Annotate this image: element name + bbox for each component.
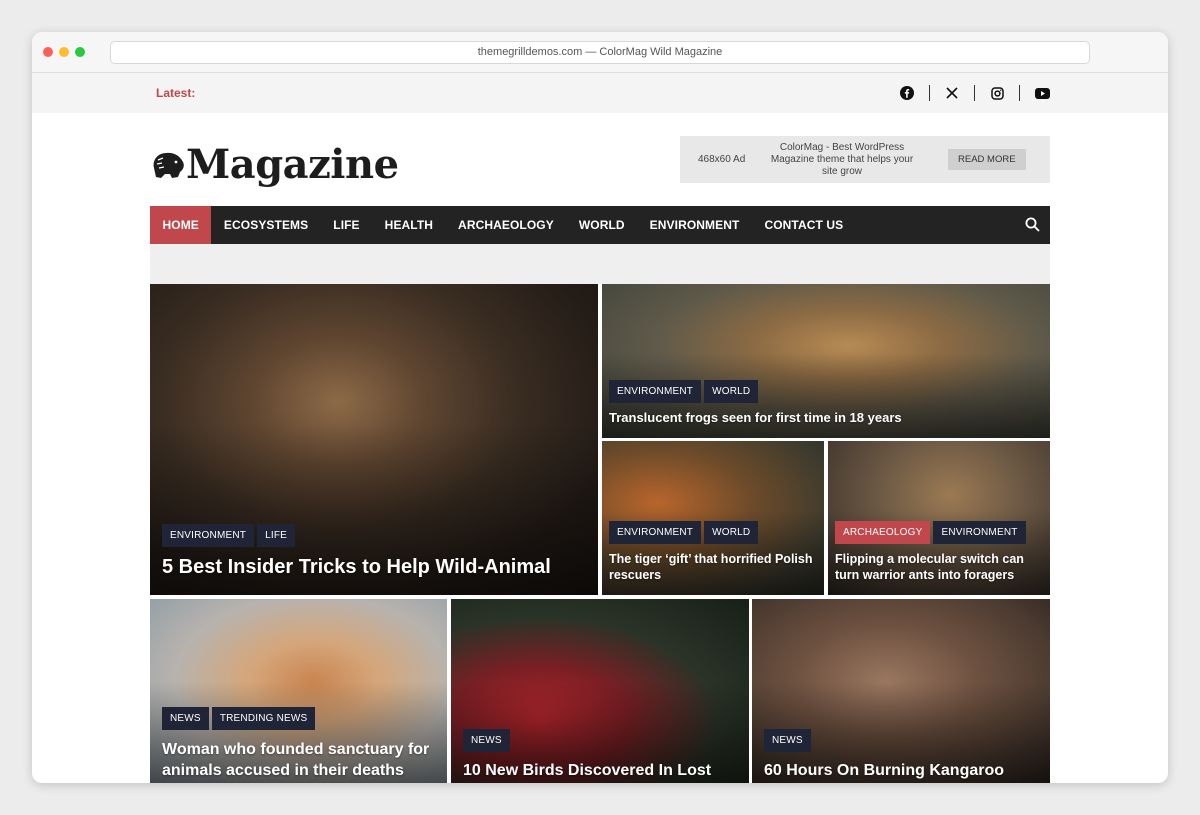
post-title[interactable]: 60 Hours On Burning Kangaroo Island: [764, 760, 1039, 783]
tag-news[interactable]: NEWS: [764, 729, 811, 752]
post-title[interactable]: The tiger ‘gift’ that horrified Polish r…: [609, 551, 819, 583]
social-separator: [974, 85, 975, 101]
image-overlay: [451, 599, 749, 783]
latest-label: Latest:: [156, 86, 196, 100]
nav-item-contact-us[interactable]: CONTACT US: [752, 206, 856, 244]
post-title[interactable]: Flipping a molecular switch can turn war…: [835, 551, 1045, 583]
x-icon[interactable]: [944, 85, 960, 101]
post-frogs[interactable]: ENVIRONMENT WORLD Translucent frogs seen…: [602, 284, 1050, 438]
post-title[interactable]: 10 New Birds Discovered In Lost World: [463, 760, 738, 783]
post-sanctuary[interactable]: NEWS TRENDING NEWS Woman who founded san…: [150, 599, 447, 783]
site-logo[interactable]: Magazine: [150, 141, 399, 188]
post-kangaroo[interactable]: NEWS 60 Hours On Burning Kangaroo Island: [752, 599, 1050, 783]
image-overlay: [150, 284, 598, 595]
post-tags: NEWS: [463, 729, 510, 752]
ad-banner[interactable]: 468x60 Ad ColorMag - Best WordPress Maga…: [680, 136, 1050, 183]
nav-item-archaeology[interactable]: ARCHAEOLOGY: [446, 206, 567, 244]
nav-item-ecosystems[interactable]: ECOSYSTEMS: [211, 206, 320, 244]
read-more-button[interactable]: READ MORE: [948, 149, 1026, 170]
post-ants[interactable]: ARCHAEOLOGY ENVIRONMENT Flipping a molec…: [828, 441, 1050, 595]
social-links: [899, 85, 1050, 101]
tag-life[interactable]: LIFE: [257, 524, 296, 547]
post-title[interactable]: 5 Best Insider Tricks to Help Wild-Anima…: [162, 556, 582, 579]
ad-size-label: 468x60 Ad: [698, 154, 746, 165]
featured-post-lion[interactable]: ENVIRONMENT LIFE 5 Best Insider Tricks t…: [150, 284, 598, 595]
instagram-icon[interactable]: [989, 85, 1005, 101]
tag-environment[interactable]: ENVIRONMENT: [609, 380, 702, 403]
post-title[interactable]: Translucent frogs seen for first time in…: [609, 410, 1039, 425]
browser-chrome: themegrilldemos.com — ColorMag Wild Maga…: [32, 32, 1168, 73]
image-overlay: [752, 599, 1050, 783]
tag-trending-news[interactable]: TRENDING NEWS: [211, 707, 316, 730]
post-tags: NEWS TRENDING NEWS: [162, 707, 316, 730]
site-header: Magazine 468x60 Ad ColorMag - Best WordP…: [32, 113, 1168, 206]
nav-item-life[interactable]: LIFE: [321, 206, 372, 244]
minimize-window-button[interactable]: [59, 47, 69, 57]
tag-archaeology[interactable]: ARCHAEOLOGY: [835, 521, 931, 544]
tag-environment[interactable]: ENVIRONMENT: [162, 524, 255, 547]
nav-item-home[interactable]: HOME: [150, 206, 212, 244]
maximize-window-button[interactable]: [75, 47, 85, 57]
tag-environment[interactable]: ENVIRONMENT: [933, 521, 1026, 544]
search-icon[interactable]: [1025, 217, 1040, 237]
nav-item-environment[interactable]: ENVIRONMENT: [637, 206, 752, 244]
post-tiger[interactable]: ENVIRONMENT WORLD The tiger ‘gift’ that …: [602, 441, 824, 595]
browser-window: themegrilldemos.com — ColorMag Wild Maga…: [32, 32, 1168, 783]
post-tags: ENVIRONMENT WORLD: [609, 521, 759, 544]
tag-world[interactable]: WORLD: [704, 521, 759, 544]
facebook-icon[interactable]: [899, 85, 915, 101]
tag-news[interactable]: NEWS: [463, 729, 510, 752]
post-birds[interactable]: NEWS 10 New Birds Discovered In Lost Wor…: [451, 599, 749, 783]
post-title[interactable]: Woman who founded sanctuary for animals …: [162, 739, 437, 781]
ad-text: ColorMag - Best WordPress Magazine theme…: [770, 141, 914, 177]
top-bar: Latest:: [32, 73, 1168, 113]
nav-item-world[interactable]: WORLD: [566, 206, 637, 244]
main-nav: HOME ECOSYSTEMS LIFE HEALTH ARCHAEOLOGY …: [150, 206, 1050, 244]
close-window-button[interactable]: [43, 47, 53, 57]
post-tags: ENVIRONMENT LIFE: [162, 524, 296, 547]
post-tags: ENVIRONMENT WORLD: [609, 380, 759, 403]
post-tags: NEWS: [764, 729, 811, 752]
content-strip: [150, 244, 1050, 284]
nav-item-health[interactable]: HEALTH: [372, 206, 445, 244]
tag-environment[interactable]: ENVIRONMENT: [609, 521, 702, 544]
youtube-icon[interactable]: [1034, 85, 1050, 101]
logo-text: Magazine: [186, 141, 399, 188]
social-separator: [929, 85, 930, 101]
social-separator: [1019, 85, 1020, 101]
lion-logo-icon: [153, 152, 184, 178]
address-bar[interactable]: themegrilldemos.com — ColorMag Wild Maga…: [110, 41, 1090, 64]
post-tags: ARCHAEOLOGY ENVIRONMENT: [835, 521, 1026, 544]
tag-world[interactable]: WORLD: [704, 380, 759, 403]
tag-news[interactable]: NEWS: [162, 707, 209, 730]
